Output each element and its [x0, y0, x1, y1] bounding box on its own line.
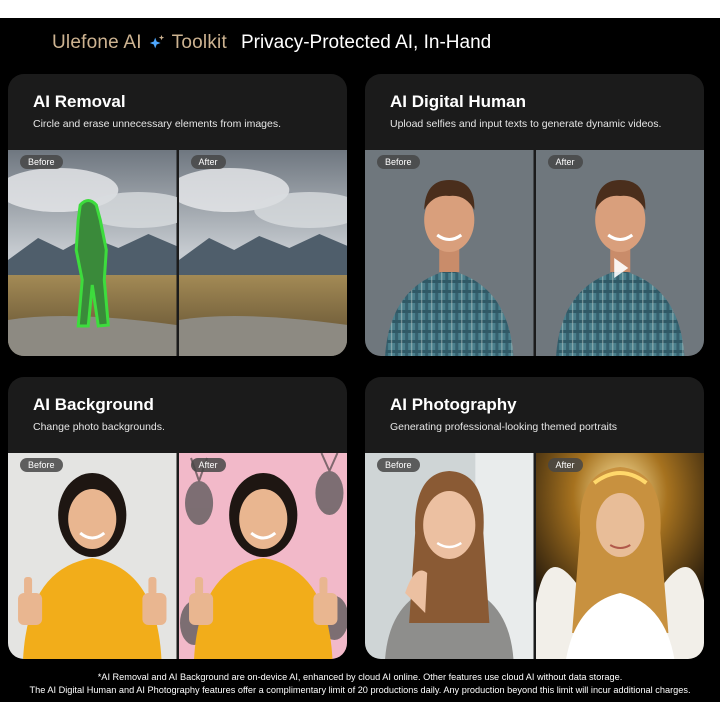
card-description: Upload selfies and input texts to genera… [390, 118, 662, 130]
landscape-image [178, 150, 347, 356]
card-ai-photography[interactable]: AI Photography Generating professional-l… [365, 377, 704, 659]
card-title: AI Removal [33, 92, 126, 111]
card-title: AI Background [33, 395, 154, 414]
woman-thumbs-up-image [8, 453, 177, 659]
angel-portrait-image [535, 453, 704, 659]
woman-selfie-image [365, 453, 534, 659]
sparkle-icon [149, 34, 164, 49]
man-portrait-image [365, 150, 534, 356]
after-badge: After [547, 155, 583, 169]
after-image: After [178, 150, 347, 356]
after-image: After [535, 150, 704, 356]
before-badge: Before [377, 155, 420, 169]
before-image: Before [365, 150, 534, 356]
after-badge: After [190, 458, 226, 472]
brand-title: Ulefone AI Toolkit [52, 32, 227, 54]
after-badge: After [190, 155, 226, 169]
comparison-images: Before After [365, 150, 704, 356]
card-ai-removal[interactable]: AI Removal Circle and erase unnecessary … [8, 74, 347, 356]
before-image: Before [8, 453, 177, 659]
man-video-image [535, 150, 704, 356]
brand-suffix: Toolkit [171, 32, 227, 53]
card-ai-background[interactable]: AI Background Change photo backgrounds. … [8, 377, 347, 659]
comparison-images: Before After [365, 453, 704, 659]
card-description: Change photo backgrounds. [33, 421, 165, 433]
before-image: Before [365, 453, 534, 659]
before-badge: Before [20, 155, 63, 169]
before-image: Before [8, 150, 177, 356]
card-title: AI Digital Human [390, 92, 527, 111]
comparison-images: Before After [8, 453, 347, 659]
footnote-line-2: The AI Digital Human and AI Photography … [29, 685, 691, 695]
page-header: Ulefone AI Toolkit Privacy-Protected AI,… [52, 30, 491, 56]
card-ai-digital-human[interactable]: AI Digital Human Upload selfies and inpu… [365, 74, 704, 356]
before-badge: Before [20, 458, 63, 472]
after-image: After [535, 453, 704, 659]
brand-name: Ulefone AI [52, 32, 142, 53]
comparison-images: Before After [8, 150, 347, 356]
after-badge: After [547, 458, 583, 472]
woman-pineapple-background-image [178, 453, 347, 659]
card-title: AI Photography [390, 395, 517, 414]
after-image: After [178, 453, 347, 659]
card-description: Generating professional-looking themed p… [390, 421, 618, 433]
card-description: Circle and erase unnecessary elements fr… [33, 118, 282, 130]
promo-page: Ulefone AI Toolkit Privacy-Protected AI,… [0, 18, 720, 702]
footnote-line-1: *AI Removal and AI Background are on-dev… [97, 672, 623, 682]
page-tagline: Privacy-Protected AI, In-Hand [240, 32, 492, 53]
landscape-with-person-image [8, 150, 177, 356]
before-badge: Before [377, 458, 420, 472]
